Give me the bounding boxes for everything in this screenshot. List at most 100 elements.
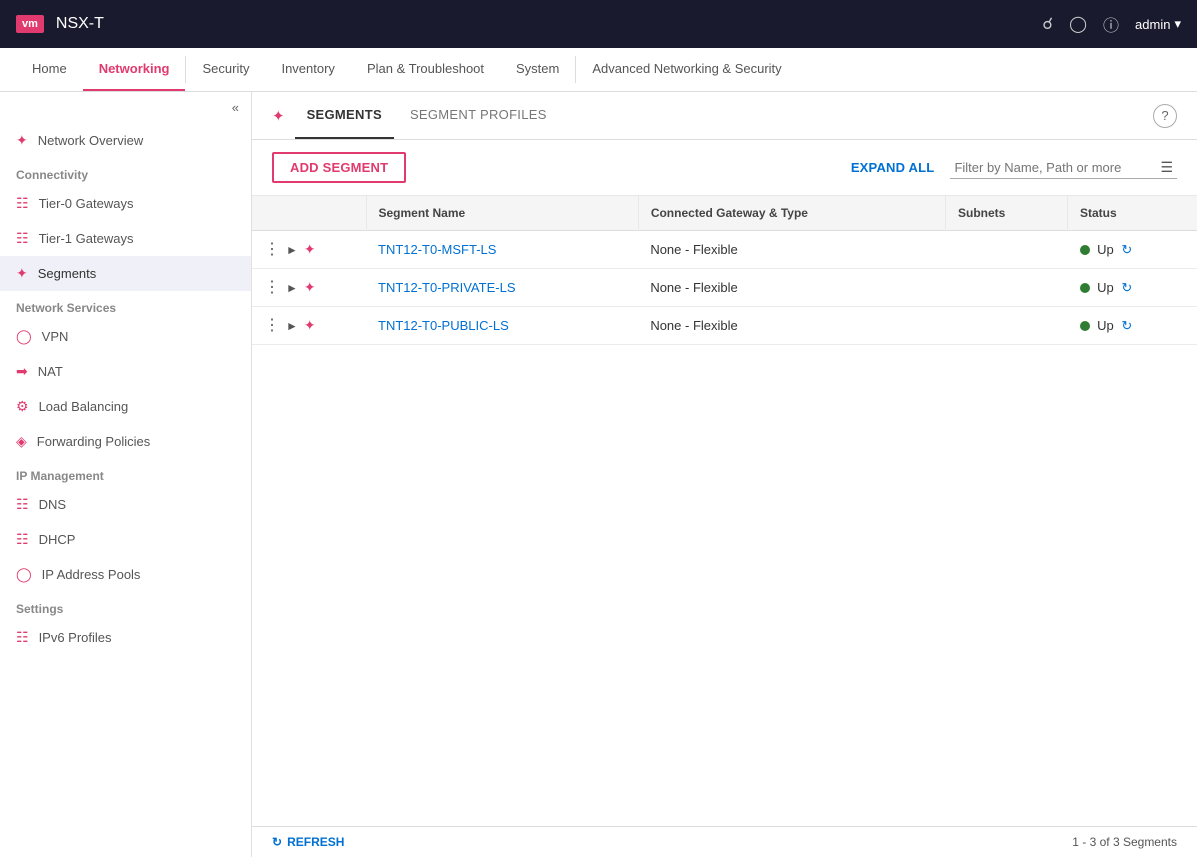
- sidebar-item-forwarding-policies[interactable]: ◈ Forwarding Policies: [0, 424, 251, 459]
- user-menu[interactable]: admin ▾: [1135, 16, 1181, 32]
- sidebar-item-ipv6-profiles[interactable]: ☷ IPv6 Profiles: [0, 620, 251, 655]
- segment-icon-3: ✦: [304, 317, 316, 334]
- sidebar-label-dhcp: DHCP: [39, 532, 76, 547]
- row-expand-button-1[interactable]: ►: [286, 243, 298, 257]
- segments-icon: ✦: [16, 265, 28, 282]
- status-2: Up ↻: [1068, 269, 1197, 307]
- toolbar: ADD SEGMENT EXPAND ALL ☰: [252, 140, 1197, 196]
- username: admin: [1135, 17, 1170, 32]
- sidebar-item-tier0[interactable]: ☷ Tier-0 Gateways: [0, 186, 251, 221]
- tab-segments[interactable]: SEGMENTS: [295, 92, 394, 139]
- sidebar-label-forwarding-policies: Forwarding Policies: [37, 434, 150, 449]
- sidebar-item-dns[interactable]: ☷ DNS: [0, 487, 251, 522]
- segment-name-1: TNT12-T0-MSFT-LS: [366, 231, 638, 269]
- segment-link-2[interactable]: TNT12-T0-PRIVATE-LS: [378, 280, 515, 295]
- status-refresh-1[interactable]: ↻: [1121, 242, 1132, 257]
- vpn-icon: ◯: [16, 328, 32, 345]
- nav-system[interactable]: System: [500, 48, 575, 91]
- load-balancing-icon: ⚙: [16, 398, 29, 415]
- table-footer: ↻ REFRESH 1 - 3 of 3 Segments: [252, 826, 1197, 857]
- sidebar-item-load-balancing[interactable]: ⚙ Load Balancing: [0, 389, 251, 424]
- tab-segment-profiles[interactable]: SEGMENT PROFILES: [398, 92, 559, 139]
- sidebar-label-tier0: Tier-0 Gateways: [39, 196, 134, 211]
- nav-security[interactable]: Security: [186, 48, 265, 91]
- filter-options-icon[interactable]: ☰: [1160, 159, 1173, 176]
- topbar: vm NSX-T ☌ ◯ ⓘ admin ▾: [0, 0, 1197, 48]
- col-status: Status: [1068, 196, 1197, 231]
- help-button[interactable]: ?: [1153, 104, 1177, 128]
- ip-pools-icon: ◯: [16, 566, 32, 583]
- tabs-bar: ✦ SEGMENTS SEGMENT PROFILES ?: [252, 92, 1197, 140]
- sidebar-label-ip-address-pools: IP Address Pools: [42, 567, 141, 582]
- app-title: NSX-T: [56, 15, 1030, 33]
- status-1: Up ↻: [1068, 231, 1197, 269]
- row-menu-button-3[interactable]: ⋮: [264, 318, 280, 334]
- sidebar-label-load-balancing: Load Balancing: [39, 399, 129, 414]
- nav-inventory[interactable]: Inventory: [265, 48, 350, 91]
- search-icon[interactable]: ☌: [1042, 14, 1053, 34]
- collapse-button[interactable]: «: [0, 92, 251, 123]
- status-3: Up ↻: [1068, 307, 1197, 345]
- status-label-1: Up: [1097, 242, 1114, 257]
- segment-link-3[interactable]: TNT12-T0-PUBLIC-LS: [378, 318, 509, 333]
- dropdown-arrow: ▾: [1174, 16, 1181, 32]
- row-actions-1: ⋮ ► ✦: [264, 241, 354, 258]
- sidebar-item-vpn[interactable]: ◯ VPN: [0, 319, 251, 354]
- nav-home[interactable]: Home: [16, 48, 83, 91]
- segment-name-3: TNT12-T0-PUBLIC-LS: [366, 307, 638, 345]
- refresh-label: REFRESH: [287, 835, 344, 849]
- col-segment-name: Segment Name: [366, 196, 638, 231]
- sidebar-section-connectivity: Connectivity: [0, 158, 251, 186]
- bell-icon[interactable]: ◯: [1069, 14, 1087, 34]
- segment-name-2: TNT12-T0-PRIVATE-LS: [366, 269, 638, 307]
- subnets-3: [946, 307, 1068, 345]
- sidebar-item-network-overview[interactable]: ✦ Network Overview: [0, 123, 251, 158]
- filter-input[interactable]: [954, 160, 1154, 175]
- status-dot-1: [1080, 245, 1090, 255]
- status-refresh-3[interactable]: ↻: [1121, 318, 1132, 333]
- filter-input-wrap: ☰: [950, 157, 1177, 179]
- dns-icon: ☷: [16, 496, 29, 513]
- sidebar-item-dhcp[interactable]: ☷ DHCP: [0, 522, 251, 557]
- subnets-2: [946, 269, 1068, 307]
- sidebar-label-dns: DNS: [39, 497, 66, 512]
- count-label: 1 - 3 of 3 Segments: [1072, 835, 1177, 849]
- sidebar-item-nat[interactable]: ➡ NAT: [0, 354, 251, 389]
- sidebar-section-network-services: Network Services: [0, 291, 251, 319]
- add-segment-button[interactable]: ADD SEGMENT: [272, 152, 406, 183]
- row-expand-button-3[interactable]: ►: [286, 319, 298, 333]
- subnets-1: [946, 231, 1068, 269]
- layout: « ✦ Network Overview Connectivity ☷ Tier…: [0, 92, 1197, 857]
- sidebar-section-ip-management: IP Management: [0, 459, 251, 487]
- status-refresh-2[interactable]: ↻: [1121, 280, 1132, 295]
- refresh-button[interactable]: ↻ REFRESH: [272, 835, 344, 849]
- tier0-icon: ☷: [16, 195, 29, 212]
- sidebar-item-ip-address-pools[interactable]: ◯ IP Address Pools: [0, 557, 251, 592]
- sidebar-label-tier1: Tier-1 Gateways: [39, 231, 134, 246]
- gateway-type-2: None - Flexible: [638, 269, 945, 307]
- help-icon[interactable]: ⓘ: [1103, 12, 1119, 36]
- gateway-type-1: None - Flexible: [638, 231, 945, 269]
- refresh-icon: ↻: [272, 835, 282, 849]
- forwarding-policies-icon: ◈: [16, 433, 27, 450]
- segment-link-1[interactable]: TNT12-T0-MSFT-LS: [378, 242, 496, 257]
- sidebar-item-tier1[interactable]: ☷ Tier-1 Gateways: [0, 221, 251, 256]
- dhcp-icon: ☷: [16, 531, 29, 548]
- row-menu-button-1[interactable]: ⋮: [264, 242, 280, 258]
- nav-advanced[interactable]: Advanced Networking & Security: [576, 48, 797, 91]
- sidebar: « ✦ Network Overview Connectivity ☷ Tier…: [0, 92, 252, 857]
- sidebar-section-settings: Settings: [0, 592, 251, 620]
- expand-all-button[interactable]: EXPAND ALL: [851, 160, 935, 175]
- app-logo: vm: [16, 15, 44, 33]
- status-dot-2: [1080, 283, 1090, 293]
- row-expand-button-2[interactable]: ►: [286, 281, 298, 295]
- network-overview-icon: ✦: [16, 132, 28, 149]
- main-content: ✦ SEGMENTS SEGMENT PROFILES ? ADD SEGMEN…: [252, 92, 1197, 857]
- status-label-2: Up: [1097, 280, 1114, 295]
- sidebar-item-segments[interactable]: ✦ Segments: [0, 256, 251, 291]
- row-menu-button-2[interactable]: ⋮: [264, 280, 280, 296]
- nav-plan-troubleshoot[interactable]: Plan & Troubleshoot: [351, 48, 500, 91]
- ipv6-icon: ☷: [16, 629, 29, 646]
- nav-networking[interactable]: Networking: [83, 48, 186, 91]
- tier1-icon: ☷: [16, 230, 29, 247]
